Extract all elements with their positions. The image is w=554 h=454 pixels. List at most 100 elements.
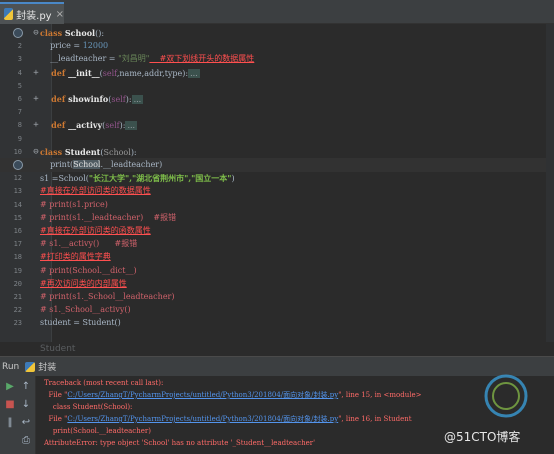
code-token: ,name,addr,type): — [116, 68, 189, 78]
code-line[interactable]: 14 # print(s1.price) — [0, 198, 554, 212]
print-icon[interactable]: ⎙ — [19, 434, 33, 448]
file-path-link[interactable]: C:/Users/ZhangT/PycharmProjects/untitled… — [67, 415, 338, 423]
code-line[interactable]: 8 + def __activy(self):... — [0, 118, 554, 132]
code-line[interactable]: 4 + def __init__(self,name,addr,type):... — [0, 66, 554, 80]
file-path-link[interactable]: C:/Users/ZhangT/PycharmProjects/untitled… — [67, 391, 338, 399]
code-text: # print(s1.__leadteacher) #报错 — [40, 211, 176, 225]
python-file-icon — [25, 361, 36, 372]
code-token: School — [103, 147, 131, 157]
line-number: 16 — [13, 227, 22, 235]
rerun-icon[interactable]: ▶ — [3, 380, 17, 394]
code-line[interactable]: 1⊖class School(): — [0, 26, 554, 40]
file-tab[interactable]: 封装.py × — [0, 2, 64, 24]
soft-wrap-icon[interactable]: ↩ — [19, 416, 33, 430]
code-line[interactable]: 11 print(School.__leadteacher) — [0, 158, 554, 172]
line-number: 13 — [13, 187, 22, 196]
line-number: 22 — [13, 306, 22, 315]
code-token: (): — [95, 29, 105, 38]
code-line[interactable]: 17 # s1.__activy() #报错 — [0, 237, 554, 251]
console-line: class Student(School): — [44, 403, 133, 411]
code-line[interactable]: 20 #再次访问类的内部属性 — [0, 277, 554, 291]
console-line: AttributeError: type object 'School' has… — [44, 439, 316, 447]
code-text: #再次访问类的内部属性 — [40, 277, 127, 291]
code-token: # print(s1.__leadteacher) #报错 — [40, 212, 177, 222]
code-line[interactable]: 12 s1 =School("长江大学","湖北省荆州市","国立一本") — [0, 171, 554, 185]
code-token: __init__ — [68, 67, 100, 78]
code-text: #直接在外部访问类的数据属性 — [40, 184, 151, 198]
line-number: 15 — [13, 213, 22, 222]
code-token: #直接在外部访问类的数据属性 — [40, 186, 151, 196]
code-token: # print(s1.price) — [40, 199, 108, 209]
code-token: ) — [231, 174, 235, 184]
code-text: # print(s1._School__leadteacher) — [40, 290, 175, 304]
stop-icon[interactable]: ■ — [3, 398, 17, 412]
code-line[interactable]: 19 # print(School.__dict__) — [0, 264, 554, 278]
code-line[interactable]: 15 # print(s1.__leadteacher) #报错 — [0, 211, 554, 225]
console-line: File "C:/Users/ZhangT/PycharmProjects/un… — [44, 415, 412, 423]
close-tab-icon[interactable]: × — [56, 9, 64, 20]
code-text: # print(s1.price) — [40, 198, 108, 212]
code-line[interactable]: 18 #打印类的属性字典 — [0, 250, 554, 264]
code-line[interactable]: 6 + def showinfo(self):... — [0, 92, 554, 106]
line-number: 19 — [13, 266, 22, 275]
console-line: Traceback (most recent call last): — [44, 379, 164, 387]
run-label[interactable]: Run — [2, 362, 19, 372]
code-line[interactable]: 16 #直接在外部访问类的函数属性 — [0, 224, 554, 238]
editor-scrollbar[interactable] — [546, 24, 554, 342]
code-token: "刘昌明" — [118, 54, 150, 64]
code-line[interactable]: 23 student = Student() — [0, 316, 554, 330]
code-token: print( — [40, 160, 74, 169]
code-line[interactable]: 22 # s1._School__activy() — [0, 303, 554, 317]
code-token: 12000 — [82, 41, 109, 51]
code-token: # s1._School__activy() — [40, 305, 131, 315]
code-line[interactable]: 5 — [0, 79, 554, 93]
file-tab-label: 封装.py — [16, 10, 52, 22]
warning-marker-icon[interactable] — [13, 160, 23, 170]
code-token: School — [64, 28, 96, 38]
code-token: ): — [125, 95, 132, 104]
code-token: # s1.__activy() #报错 — [40, 239, 138, 249]
code-token: #再次访问类的内部属性 — [40, 278, 127, 288]
line-number: 14 — [13, 200, 22, 209]
code-line[interactable]: 3 __leadteacher = "刘昌明" #双下划线开头的数据属性 — [0, 52, 554, 66]
line-number: 6 — [17, 95, 22, 103]
code-token: # print(School.__dict__) — [40, 265, 137, 275]
code-token: self — [102, 68, 117, 78]
line-number: 18 — [13, 253, 22, 262]
code-text: __leadteacher = "刘昌明" #双下划线开头的数据属性 — [40, 52, 254, 66]
code-token: class — [40, 28, 65, 38]
scroll-down-icon[interactable]: ↓ — [19, 398, 33, 412]
code-token: Student — [64, 146, 101, 157]
console-line: File "C:/Users/ZhangT/PycharmProjects/un… — [44, 391, 422, 399]
code-token: #打印类的属性字典 — [40, 252, 111, 262]
override-marker-icon[interactable] — [13, 28, 23, 38]
code-token: #直接在外部访问类的函数属性 — [40, 226, 151, 235]
code-line[interactable]: 21 # print(s1._School__leadteacher) — [0, 290, 554, 304]
scroll-up-icon[interactable]: ↑ — [19, 380, 33, 394]
code-text: student = Student() — [40, 316, 121, 330]
code-line[interactable]: 9 — [0, 132, 554, 146]
code-line[interactable]: 13 #直接在外部访问类的数据属性 — [0, 184, 554, 198]
code-token: self — [111, 95, 126, 104]
code-token: # print(s1._School__leadteacher) — [40, 292, 175, 301]
code-text: # s1.__activy() #报错 — [40, 237, 137, 251]
code-token: showinfo — [68, 94, 109, 104]
code-text: # s1._School__activy() — [40, 303, 131, 317]
structure-breadcrumb[interactable]: Student — [40, 342, 554, 356]
line-number: 20 — [13, 279, 22, 288]
line-number: 23 — [13, 319, 22, 328]
code-token: .__leadteacher) — [100, 160, 163, 169]
line-number: 3 — [17, 55, 22, 64]
code-line[interactable]: 10 ⊖ class Student(School): — [0, 145, 554, 159]
code-line[interactable]: 7 — [0, 105, 554, 119]
line-number: 9 — [17, 134, 22, 143]
code-editor[interactable]: 1⊖class School():2 price = 120003 __lead… — [0, 24, 554, 342]
code-line[interactable]: 2 price = 12000 — [0, 39, 554, 53]
code-text: # print(School.__dict__) — [40, 264, 137, 278]
line-number: 10 — [13, 147, 22, 156]
pause-icon[interactable]: ‖ — [3, 416, 17, 430]
code-text: #直接在外部访问类的函数属性 — [40, 224, 151, 238]
line-number: 7 — [17, 108, 22, 117]
run-config-title[interactable]: 封装 — [38, 360, 56, 373]
line-number: 5 — [17, 81, 22, 90]
